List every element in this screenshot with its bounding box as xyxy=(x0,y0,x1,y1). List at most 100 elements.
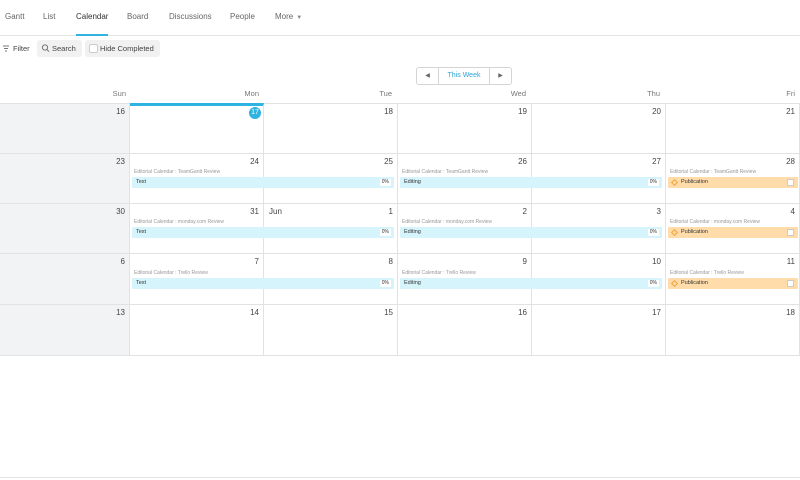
tab-board[interactable]: Board xyxy=(127,0,148,36)
task-name: Publication xyxy=(681,179,708,185)
event-project-label: Editorial Calendar : Trello Review xyxy=(134,270,208,276)
next-week-button[interactable]: ▶ xyxy=(489,68,511,84)
day-number: 16 xyxy=(518,308,527,317)
day-number: 26 xyxy=(518,157,527,166)
day-header-fri: Fri xyxy=(786,89,795,98)
top-nav: Gantt List Calendar Board Discussions Pe… xyxy=(0,0,800,36)
tab-gantt[interactable]: Gantt xyxy=(5,0,25,36)
hide-completed-checkbox[interactable] xyxy=(89,44,98,53)
chevron-left-icon: ◀ xyxy=(425,73,430,79)
event-project-label: Editorial Calendar : monday.com Review xyxy=(670,219,760,225)
task-bar[interactable]: Editing 0% xyxy=(400,177,662,188)
tab-list[interactable]: List xyxy=(43,0,55,36)
tab-people[interactable]: People xyxy=(230,0,255,36)
day-number: 15 xyxy=(384,308,393,317)
previous-week-button[interactable]: ◀ xyxy=(417,68,439,84)
event-project-label: Editorial Calendar : TeamGantt Review xyxy=(134,169,221,175)
day-number: 3 xyxy=(656,207,661,216)
month-label: Jun xyxy=(269,207,282,216)
day-cell[interactable]: 15 xyxy=(264,305,398,356)
day-header-mon: Mon xyxy=(244,89,259,98)
hide-completed-label: Hide Completed xyxy=(100,44,154,53)
week-navigator: ◀ This Week ▶ xyxy=(416,67,512,85)
day-number: 14 xyxy=(250,308,259,317)
milestone-diamond-icon xyxy=(670,279,679,288)
event-project-label: Editorial Calendar : Trello Review xyxy=(670,270,744,276)
task-progress: 0% xyxy=(379,280,391,287)
chevron-down-icon: ▼ xyxy=(296,15,303,21)
hide-completed-toggle[interactable]: Hide Completed xyxy=(85,40,160,57)
day-cell[interactable]: 18 xyxy=(264,103,398,154)
day-header-tue: Tue xyxy=(379,89,392,98)
day-cell[interactable]: 16 xyxy=(0,103,130,154)
event-project-label: Editorial Calendar : TeamGantt Review xyxy=(402,169,489,175)
tab-more-label: More xyxy=(275,12,294,21)
day-cell[interactable]: 30 xyxy=(0,204,130,254)
filter-button[interactable]: Filter xyxy=(0,40,36,57)
task-bar[interactable]: Text 0% xyxy=(132,278,394,289)
day-number: 30 xyxy=(116,207,125,216)
day-number: 7 xyxy=(254,257,259,266)
day-header-sun: Sun xyxy=(112,89,126,98)
milestone-checkbox[interactable] xyxy=(787,179,794,186)
milestone-diamond-icon xyxy=(670,228,679,237)
task-bar[interactable]: Text 0% xyxy=(132,227,394,238)
task-name: Text xyxy=(136,280,147,286)
day-number: 18 xyxy=(786,308,795,317)
event-project-label: Editorial Calendar : TeamGantt Review xyxy=(670,169,757,175)
milestone-bar[interactable]: Publication xyxy=(668,278,798,289)
milestone-checkbox[interactable] xyxy=(787,280,794,287)
calendar-grid: 16 17 18 19 20 21 23 24 25 26 27 28 30 3… xyxy=(0,103,800,356)
day-header-wed: Wed xyxy=(510,89,526,98)
tab-discussions[interactable]: Discussions xyxy=(169,0,212,36)
day-cell[interactable]: 17 xyxy=(532,305,666,356)
task-progress: 0% xyxy=(647,229,659,236)
day-number: 20 xyxy=(652,107,661,116)
day-number: 25 xyxy=(384,157,393,166)
tab-more[interactable]: More ▼ xyxy=(275,0,302,36)
day-cell[interactable]: 20 xyxy=(532,103,666,154)
task-name: Editing xyxy=(404,229,421,235)
day-number: 6 xyxy=(120,257,125,266)
day-cell[interactable]: 18 xyxy=(666,305,800,356)
day-number: 24 xyxy=(250,157,259,166)
task-progress: 0% xyxy=(379,179,391,186)
today-day-number: 17 xyxy=(249,107,261,119)
day-number: 31 xyxy=(250,207,259,216)
day-number: 21 xyxy=(786,107,795,116)
day-number: 28 xyxy=(786,157,795,166)
day-cell-today[interactable]: 17 xyxy=(130,103,264,154)
toolbar: Filter Search Hide Completed xyxy=(0,36,800,62)
task-bar[interactable]: Editing 0% xyxy=(400,227,662,238)
day-number: 11 xyxy=(786,257,795,266)
day-number: 2 xyxy=(522,207,527,216)
day-cell[interactable]: 14 xyxy=(130,305,264,356)
day-cell[interactable]: 6 xyxy=(0,254,130,305)
filter-icon xyxy=(2,40,10,63)
day-number: 8 xyxy=(388,257,393,266)
day-cell[interactable]: 23 xyxy=(0,154,130,204)
day-cell[interactable]: 19 xyxy=(398,103,532,154)
tab-calendar[interactable]: Calendar xyxy=(76,0,109,36)
this-week-button[interactable]: This Week xyxy=(439,68,489,84)
event-project-label: Editorial Calendar : monday.com Review xyxy=(402,219,492,225)
task-progress: 0% xyxy=(647,179,659,186)
milestone-bar[interactable]: Publication xyxy=(668,227,798,238)
chevron-right-icon: ▶ xyxy=(498,73,503,79)
filter-label: Filter xyxy=(13,44,30,53)
event-project-label: Editorial Calendar : Trello Review xyxy=(402,270,476,276)
milestone-diamond-icon xyxy=(670,178,679,187)
day-number: 16 xyxy=(116,107,125,116)
day-number: 1 xyxy=(388,207,393,216)
day-cell[interactable]: 21 xyxy=(666,103,800,154)
day-cell[interactable]: 16 xyxy=(398,305,532,356)
event-project-label: Editorial Calendar : monday.com Review xyxy=(134,219,224,225)
task-bar[interactable]: Text 0% xyxy=(132,177,394,188)
milestone-checkbox[interactable] xyxy=(787,229,794,236)
search-button[interactable]: Search xyxy=(37,40,82,57)
day-number: 23 xyxy=(116,157,125,166)
day-cell[interactable]: 13 xyxy=(0,305,130,356)
task-bar[interactable]: Editing 0% xyxy=(400,278,662,289)
milestone-bar[interactable]: Publication xyxy=(668,177,798,188)
day-number: 17 xyxy=(652,308,661,317)
